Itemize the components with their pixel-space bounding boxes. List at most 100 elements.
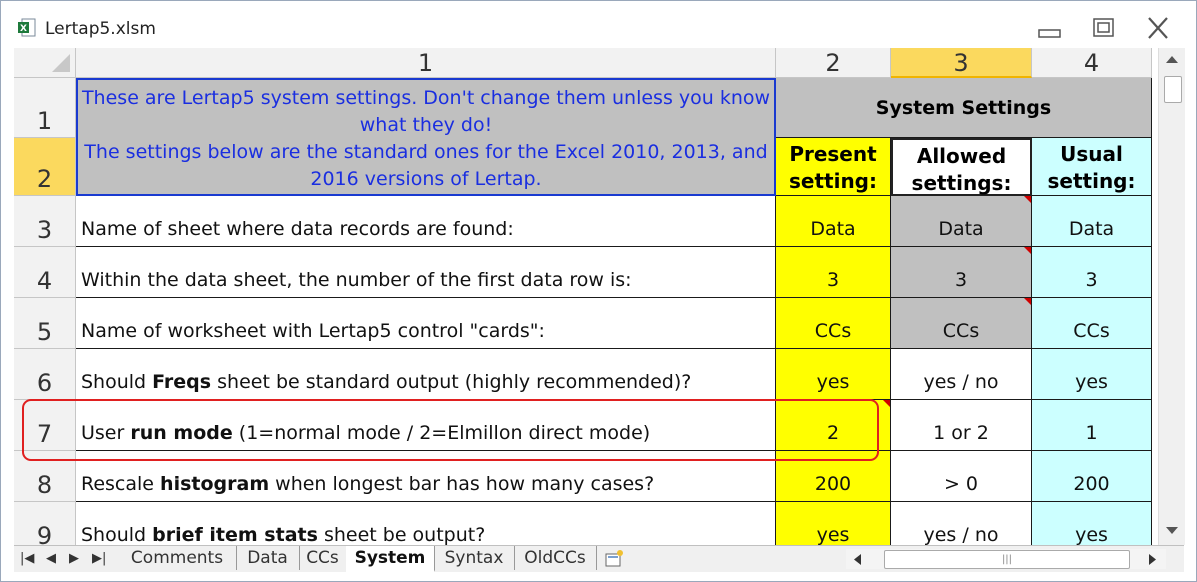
allowed-settings-cell[interactable]: > 0 xyxy=(891,451,1032,502)
scroll-left-icon[interactable] xyxy=(852,553,862,566)
usual-setting-cell[interactable]: Data xyxy=(1032,196,1152,247)
vertical-scrollbar[interactable] xyxy=(1158,48,1185,545)
system-settings-header[interactable]: System Settings xyxy=(776,78,1152,138)
allowed-settings-header[interactable]: Allowed settings: xyxy=(891,138,1032,196)
allowed-settings-cell[interactable]: 1 or 2 xyxy=(891,400,1032,451)
note-line-2: The settings below are the standard ones… xyxy=(84,141,768,190)
row-header-3[interactable]: 3 xyxy=(14,196,76,247)
usual-setting-header[interactable]: Usual setting: xyxy=(1032,138,1152,196)
present-setting-cell[interactable]: 3 xyxy=(776,247,891,298)
restore-icon[interactable] xyxy=(1089,14,1119,42)
description-text: (1=normal mode / 2=Elmillon direct mode) xyxy=(232,422,651,444)
comment-indicator-icon[interactable] xyxy=(883,400,890,407)
setting-description: User run mode (1=normal mode / 2=Elmillo… xyxy=(81,422,650,444)
present-setting-cell[interactable]: yes xyxy=(776,502,891,545)
column-header-3[interactable]: 3 xyxy=(891,48,1032,78)
row-header-2[interactable]: 2 xyxy=(14,138,76,196)
sheet-tab-oldccs[interactable]: OldCCs xyxy=(514,546,597,570)
description-text: Rescale xyxy=(81,473,161,495)
description-keyword: run mode xyxy=(130,422,233,444)
svg-text:X: X xyxy=(20,24,27,34)
present-setting-cell[interactable]: yes xyxy=(776,349,891,400)
present-setting-header[interactable]: Present setting: xyxy=(776,138,891,196)
description-keyword: brief item stats xyxy=(152,524,318,545)
close-icon[interactable] xyxy=(1143,14,1173,42)
row-header-8[interactable]: 8 xyxy=(14,451,76,502)
title-bar: X Lertap5.xlsm xyxy=(1,1,1196,48)
setting-description-cell[interactable]: Should brief item stats sheet be output? xyxy=(76,502,776,545)
scroll-right-icon[interactable] xyxy=(1148,553,1158,566)
allowed-settings-cell[interactable]: Data xyxy=(891,196,1032,247)
note-text-box: These are Lertap5 system settings. Don't… xyxy=(76,78,776,196)
sheet-tab-system[interactable]: System xyxy=(346,546,435,572)
comment-indicator-icon[interactable] xyxy=(1024,298,1031,305)
present-setting-cell[interactable]: 200 xyxy=(776,451,891,502)
setting-description-cell[interactable]: Should Freqs sheet be standard output (h… xyxy=(76,349,776,400)
scroll-thumb[interactable] xyxy=(1164,76,1182,103)
row-header-9[interactable]: 9 xyxy=(14,502,76,545)
description-text: User xyxy=(81,422,131,444)
setting-description-cell[interactable]: Within the data sheet, the number of the… xyxy=(76,247,776,298)
setting-description: Should Freqs sheet be standard output (h… xyxy=(81,371,691,393)
present-setting-cell[interactable]: CCs xyxy=(776,298,891,349)
sheet-tab-data[interactable]: Data xyxy=(236,546,300,570)
description-text: Name of sheet where data records are fou… xyxy=(81,218,514,240)
sheet-tab-bar: |◀ ◀ ▶ ▶| Comments Data CCs System Syntax Old… xyxy=(14,545,1184,572)
select-all-corner[interactable] xyxy=(14,48,76,78)
setting-description-cell[interactable]: User run mode (1=normal mode / 2=Elmillo… xyxy=(76,400,776,451)
setting-description: Within the data sheet, the number of the… xyxy=(81,269,632,291)
row-header-1[interactable]: 1 xyxy=(14,78,76,138)
comment-indicator-icon[interactable] xyxy=(1024,247,1031,254)
description-keyword: histogram xyxy=(160,473,270,495)
worksheet-grid: 1 2 3 4 1 2 3 4 5 6 7 8 9 These are Lert… xyxy=(14,48,1154,545)
next-sheet-icon[interactable]: ▶ xyxy=(69,551,79,566)
allowed-settings-cell[interactable]: yes / no xyxy=(891,502,1032,545)
allowed-settings-cell[interactable]: 3 xyxy=(891,247,1032,298)
minimize-icon[interactable] xyxy=(1035,14,1065,42)
comment-indicator-icon[interactable] xyxy=(1024,196,1031,203)
setting-description-cell[interactable]: Name of worksheet with Lertap5 control "… xyxy=(76,298,776,349)
description-text: sheet be output? xyxy=(317,524,486,545)
allowed-settings-cell[interactable]: yes / no xyxy=(891,349,1032,400)
scroll-up-icon[interactable] xyxy=(1165,54,1179,64)
horizontal-scrollbar[interactable]: ||| xyxy=(846,549,1166,569)
setting-description: Rescale histogram when longest bar has h… xyxy=(81,473,654,495)
scroll-down-icon[interactable] xyxy=(1165,526,1179,536)
new-sheet-icon[interactable] xyxy=(604,549,626,568)
excel-window: X Lertap5.xlsm 1 2 3 4 1 2 3 4 5 6 7 8 9… xyxy=(0,0,1197,582)
row-header-6[interactable]: 6 xyxy=(14,349,76,400)
description-text: Should xyxy=(81,524,153,545)
allowed-settings-cell[interactable]: CCs xyxy=(891,298,1032,349)
usual-setting-cell[interactable]: 1 xyxy=(1032,400,1152,451)
column-header-4[interactable]: 4 xyxy=(1032,48,1152,78)
sheet-tab-syntax[interactable]: Syntax xyxy=(434,546,515,570)
column-header-2[interactable]: 2 xyxy=(776,48,891,78)
row-header-7[interactable]: 7 xyxy=(14,400,76,451)
setting-description-cell[interactable]: Name of sheet where data records are fou… xyxy=(76,196,776,247)
prev-sheet-icon[interactable]: ◀ xyxy=(46,551,56,566)
usual-setting-cell[interactable]: yes xyxy=(1032,502,1152,545)
last-sheet-icon[interactable]: ▶| xyxy=(92,551,106,566)
usual-setting-cell[interactable]: 200 xyxy=(1032,451,1152,502)
row-header-5[interactable]: 5 xyxy=(14,298,76,349)
usual-setting-cell[interactable]: 3 xyxy=(1032,247,1152,298)
description-keyword: Freqs xyxy=(152,371,212,393)
present-setting-cell[interactable]: Data xyxy=(776,196,891,247)
column-header-1[interactable]: 1 xyxy=(76,48,776,78)
description-text: sheet be standard output (highly recomme… xyxy=(211,371,692,393)
window-title: Lertap5.xlsm xyxy=(45,19,156,39)
usual-setting-cell[interactable]: CCs xyxy=(1032,298,1152,349)
sheet-tab-comments[interactable]: Comments xyxy=(118,546,237,570)
usual-setting-cell[interactable]: yes xyxy=(1032,349,1152,400)
excel-file-icon: X xyxy=(18,18,36,37)
first-sheet-icon[interactable]: |◀ xyxy=(20,551,34,566)
row-header-4[interactable]: 4 xyxy=(14,247,76,298)
description-text: Should xyxy=(81,371,153,393)
present-setting-cell[interactable]: 2 xyxy=(776,400,891,451)
description-text: when longest bar has how many cases? xyxy=(269,473,655,495)
setting-description: Name of sheet where data records are fou… xyxy=(81,218,514,240)
sheet-tab-ccs[interactable]: CCs xyxy=(299,546,347,570)
horizontal-scroll-thumb[interactable]: ||| xyxy=(884,550,1130,569)
note-line-1: These are Lertap5 system settings. Don't… xyxy=(81,87,771,136)
setting-description-cell[interactable]: Rescale histogram when longest bar has h… xyxy=(76,451,776,502)
